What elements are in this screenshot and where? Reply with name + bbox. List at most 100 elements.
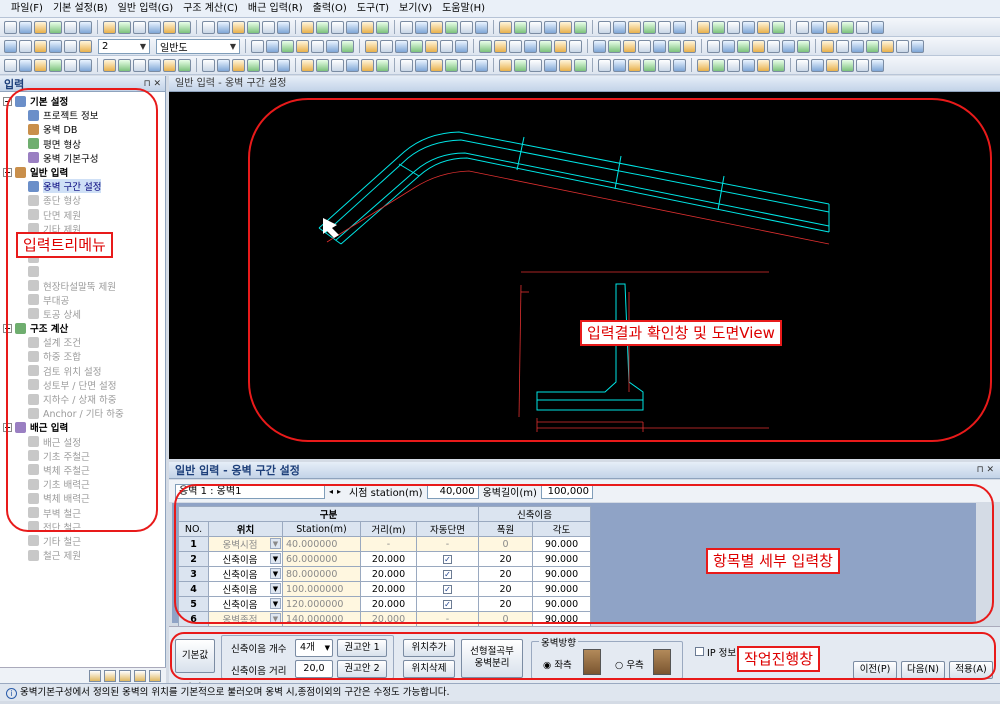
toolbar-tool-icon[interactable]	[49, 39, 62, 53]
toolbar-tool-icon[interactable]	[361, 20, 374, 34]
toolbar-tool-icon[interactable]	[509, 39, 522, 53]
menu-item[interactable]: 도구(T)	[352, 0, 394, 18]
distance-cell[interactable]: 20.000	[360, 551, 417, 567]
toolbar-tool-icon[interactable]	[4, 58, 17, 72]
toolbar-tool-icon[interactable]	[797, 39, 810, 53]
drawing-view[interactable]	[169, 92, 1000, 459]
menu-item[interactable]: 구조 계산(C)	[178, 0, 243, 18]
toolbar-tool-icon[interactable]	[148, 58, 161, 72]
toolbar-tool-icon[interactable]	[608, 39, 621, 53]
toolbar-tool-icon[interactable]	[643, 58, 656, 72]
checkbox-checked-icon[interactable]: ✓	[443, 554, 452, 564]
settings-icon[interactable]	[149, 669, 161, 682]
toolbar-tool-icon[interactable]	[544, 58, 557, 72]
toolbar-tool-icon[interactable]	[346, 58, 359, 72]
toolbar-tool-icon[interactable]	[34, 20, 47, 34]
toolbar-tool-icon[interactable]	[4, 39, 17, 53]
joint-distance-input[interactable]: 20,0	[295, 660, 333, 678]
position-select[interactable]: 신축이음 ▼	[208, 581, 283, 597]
tree-item[interactable]	[0, 264, 165, 278]
toolbar-tool-icon[interactable]	[133, 58, 146, 72]
toolbar-tool-icon[interactable]	[529, 20, 542, 34]
toolbar-tool-icon[interactable]	[49, 20, 62, 34]
toolbar-tool-icon[interactable]	[796, 58, 809, 72]
tree-item[interactable]: 기초 배력근	[0, 477, 165, 491]
toolbar-tool-icon[interactable]	[826, 58, 839, 72]
toolbar-tool-icon[interactable]	[376, 20, 389, 34]
toolbar-tool-icon[interactable]	[19, 39, 32, 53]
distance-cell[interactable]: 20.000	[360, 611, 417, 627]
toolbar-tool-icon[interactable]	[742, 20, 755, 34]
toolbar-tool-icon[interactable]	[638, 39, 651, 53]
tree-item[interactable]: 옹벽 기본구성	[0, 151, 165, 165]
panel-pin-close[interactable]: ⊓ ✕	[144, 79, 161, 89]
toolbar-tool-icon[interactable]	[34, 58, 47, 72]
angle-cell[interactable]: 90.000	[532, 566, 591, 582]
toolbar-tool-icon[interactable]	[628, 58, 641, 72]
toolbar-tool-icon[interactable]	[811, 20, 824, 34]
toolbar-tool-icon[interactable]	[851, 39, 864, 53]
toolbar-tool-icon[interactable]	[796, 20, 809, 34]
toolbar-tool-icon[interactable]	[64, 58, 77, 72]
station-cell[interactable]: 100.000000	[282, 581, 361, 597]
prev-button[interactable]: 이전(P)	[853, 661, 897, 679]
toolbar-tool-icon[interactable]	[232, 20, 245, 34]
tree-item[interactable]: 기타 철근	[0, 534, 165, 548]
toolbar-tool-icon[interactable]	[911, 39, 924, 53]
width-cell[interactable]: 20	[478, 596, 533, 612]
tree-item[interactable]: 철근 제원	[0, 548, 165, 562]
toolbar-tool-icon[interactable]	[232, 58, 245, 72]
toolbar-tool-icon[interactable]	[668, 39, 681, 53]
toolbar-tool-icon[interactable]	[881, 39, 894, 53]
auto-section-cell[interactable]: ✓	[416, 581, 479, 597]
tree-item[interactable]: 전단 철근	[0, 520, 165, 534]
tree-item[interactable]: 부벽 철근	[0, 505, 165, 520]
toolbar-tool-icon[interactable]	[574, 20, 587, 34]
toolbar-tool-icon[interactable]	[460, 20, 473, 34]
tree-item[interactable]: 벽체 주철근	[0, 463, 165, 477]
auto-section-cell[interactable]: ✓	[416, 566, 479, 582]
toolbar-tool-icon[interactable]	[217, 58, 230, 72]
toolbar-tool-icon[interactable]	[277, 58, 290, 72]
toolbar-tool-icon[interactable]	[202, 58, 215, 72]
toolbar-tool-icon[interactable]	[643, 20, 656, 34]
station-cell[interactable]: 140.000000	[282, 611, 361, 627]
toolbar-tool-icon[interactable]	[400, 58, 413, 72]
toolbar-tool-icon[interactable]	[772, 20, 785, 34]
angle-cell[interactable]: 90.000	[532, 536, 591, 552]
wall-length-input[interactable]: 100,000	[540, 483, 593, 499]
toolbar-tool-icon[interactable]	[49, 58, 62, 72]
tree-item[interactable]: 프로젝트 정보	[0, 108, 165, 122]
dropdown-arrow-icon[interactable]: ▼	[270, 583, 281, 594]
toolbar-tool-icon[interactable]	[499, 58, 512, 72]
tree-item[interactable]: 평면 형상	[0, 137, 165, 151]
dropdown-arrow-icon[interactable]: ▼	[270, 613, 281, 624]
angle-cell[interactable]: 90.000	[532, 581, 591, 597]
toolbar-tool-icon[interactable]	[856, 58, 869, 72]
toolbar-tool-icon[interactable]	[752, 39, 765, 53]
add-position-button[interactable]: 위치추가	[403, 639, 455, 657]
distance-cell[interactable]: -	[360, 536, 417, 552]
station-cell[interactable]: 40.000000	[282, 536, 361, 552]
toolbar-tool-icon[interactable]	[103, 58, 116, 72]
toolbar-tool-icon[interactable]	[376, 58, 389, 72]
toolbar-tool-icon[interactable]	[296, 39, 309, 53]
toolbar-tool-icon[interactable]	[380, 39, 393, 53]
toolbar-tool-icon[interactable]	[866, 39, 879, 53]
apply-button[interactable]: 적용(A)	[949, 661, 993, 679]
dropdown-arrow-icon[interactable]: ▼	[270, 553, 281, 564]
toolbar-tool-icon[interactable]	[400, 20, 413, 34]
width-cell[interactable]: 0	[478, 536, 533, 552]
toolbar-tool-icon[interactable]	[598, 58, 611, 72]
tree-group[interactable]: − 기본 설정	[0, 94, 165, 108]
tree-item[interactable]: Anchor / 기타 하중	[0, 406, 165, 420]
toolbar-tool-icon[interactable]	[64, 20, 77, 34]
toolbar-tool-icon[interactable]	[118, 20, 131, 34]
toolbar-tool-icon[interactable]	[782, 39, 795, 53]
toolbar-tool-icon[interactable]	[742, 58, 755, 72]
toolbar-tool-icon[interactable]	[559, 20, 572, 34]
toolbar-tool-icon[interactable]	[539, 39, 552, 53]
toolbar-tool-icon[interactable]	[445, 20, 458, 34]
tree-item[interactable]: 부대공	[0, 293, 165, 307]
tree-group[interactable]: − 배근 입력	[0, 420, 165, 434]
